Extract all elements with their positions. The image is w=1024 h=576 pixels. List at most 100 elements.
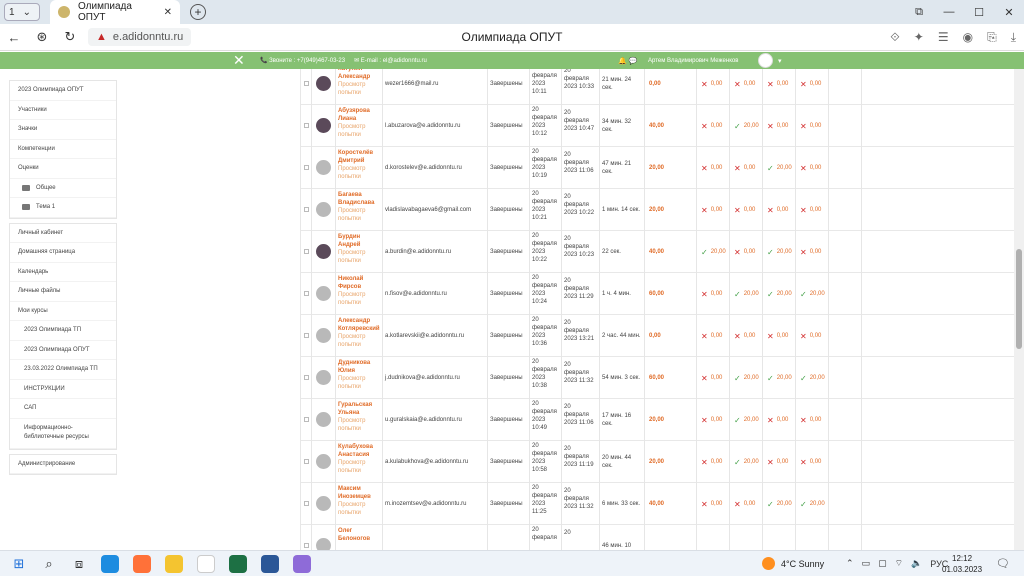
student-name-link[interactable]: Гуральская Ульяна: [338, 401, 380, 417]
review-attempt-link[interactable]: Просмотр попытки: [338, 123, 380, 139]
question-grade-cell[interactable]: ✕ 0,00: [796, 441, 829, 483]
word-icon[interactable]: [261, 554, 279, 573]
avatar[interactable]: [316, 538, 331, 550]
yandex-browser-icon[interactable]: [197, 554, 215, 573]
active-tab[interactable]: Олимпиада ОПУТ ✕: [50, 0, 180, 24]
app-icon[interactable]: [293, 554, 311, 573]
file-explorer-icon[interactable]: [165, 554, 183, 573]
question-grade-cell[interactable]: ✓ 20,00: [697, 231, 730, 273]
student-name-link[interactable]: Александр Котляревский: [338, 317, 380, 333]
question-grade-cell[interactable]: ✓ 20,00: [796, 483, 829, 525]
network-icon[interactable]: ⌔: [895, 558, 903, 569]
question-grade-cell[interactable]: ✓ 20,00: [763, 273, 796, 315]
avatar[interactable]: [316, 286, 331, 301]
review-attempt-link[interactable]: Просмотр попытки: [338, 249, 380, 265]
question-grade-cell[interactable]: ✕ 0,00: [730, 147, 763, 189]
avatar[interactable]: [316, 118, 331, 133]
search-icon[interactable]: ⌕: [34, 556, 64, 572]
clock[interactable]: 12:12 01.03.2023: [942, 553, 982, 575]
firefox-icon[interactable]: [133, 554, 151, 573]
battery-icon[interactable]: ▭: [862, 558, 871, 569]
row-checkbox[interactable]: [304, 81, 309, 86]
question-grade-cell[interactable]: ✓ 20,00: [730, 399, 763, 441]
question-grade-cell[interactable]: ✓ 20,00: [730, 273, 763, 315]
question-grade-cell[interactable]: ✓ 20,00: [730, 105, 763, 147]
menu-icon[interactable]: ☰: [938, 30, 949, 45]
question-grade-cell[interactable]: ✕ 0,00: [796, 189, 829, 231]
avatar[interactable]: [316, 202, 331, 217]
display-icon[interactable]: ▢: [878, 558, 887, 569]
close-tab-icon[interactable]: ✕: [164, 7, 172, 18]
row-checkbox[interactable]: [304, 459, 309, 464]
review-attempt-link[interactable]: Просмотр попытки: [338, 375, 380, 391]
question-grade-cell[interactable]: ✕ 0,00: [697, 69, 730, 105]
question-grade-cell[interactable]: ✕ 0,00: [763, 399, 796, 441]
volume-icon[interactable]: 🔈: [911, 558, 922, 569]
row-checkbox[interactable]: [304, 123, 309, 128]
question-grade-cell[interactable]: ✕ 0,00: [697, 147, 730, 189]
maximize-button[interactable]: ☐: [964, 6, 994, 19]
nav-course-oput-2023[interactable]: 2023 Олимпиада ОПУТ: [10, 341, 116, 360]
task-view-icon[interactable]: ⧈: [64, 556, 94, 572]
nav-course[interactable]: 2023 Олимпиада ОПУТ: [10, 81, 116, 101]
review-attempt-link[interactable]: Просмотр попытки: [338, 501, 380, 517]
nav-badges[interactable]: Значки: [10, 120, 116, 140]
new-tab-button[interactable]: +: [190, 4, 206, 20]
review-attempt-link[interactable]: Просмотр попытки: [338, 165, 380, 181]
question-grade-cell[interactable]: ✕ 0,00: [796, 399, 829, 441]
nav-instructions[interactable]: ИНСТРУКЦИИ: [10, 380, 116, 399]
student-name-link[interactable]: Абузярова Лиана: [338, 107, 380, 123]
row-checkbox[interactable]: [304, 417, 309, 422]
question-grade-cell[interactable]: ✕ 0,00: [763, 441, 796, 483]
student-name-link[interactable]: Багаева Владислава: [338, 191, 380, 207]
question-grade-cell[interactable]: ✕ 0,00: [697, 399, 730, 441]
question-grade-cell[interactable]: ✕ 0,00: [796, 231, 829, 273]
nav-dashboard[interactable]: Личный кабинет: [10, 224, 116, 243]
row-checkbox[interactable]: [304, 249, 309, 254]
collections-icon[interactable]: ⧉: [904, 6, 934, 19]
notifications-icon[interactable]: 🗨: [996, 557, 1010, 570]
nav-library[interactable]: Информационно-библиотечные ресурсы: [10, 419, 116, 449]
avatar[interactable]: [316, 76, 331, 91]
bookmark-icon[interactable]: ✦: [914, 30, 924, 45]
question-grade-cell[interactable]: ✕ 0,00: [763, 105, 796, 147]
nav-sap[interactable]: САП: [10, 399, 116, 419]
nav-grades[interactable]: Оценки: [10, 159, 116, 179]
question-grade-cell[interactable]: ✕ 0,00: [796, 315, 829, 357]
avatar[interactable]: [316, 412, 331, 427]
question-grade-cell[interactable]: ✕ 0,00: [697, 273, 730, 315]
back-icon[interactable]: ←: [0, 30, 28, 45]
row-checkbox[interactable]: [304, 543, 309, 548]
tab-counter-button[interactable]: 1 ⌄: [4, 3, 40, 21]
row-checkbox[interactable]: [304, 291, 309, 296]
question-grade-cell[interactable]: ✕ 0,00: [697, 441, 730, 483]
nav-private-files[interactable]: Личные файлы: [10, 282, 116, 302]
review-attempt-link[interactable]: Просмотр попытки: [338, 333, 380, 349]
review-attempt-link[interactable]: Просмотр попытки: [338, 417, 380, 433]
student-name-link[interactable]: Николай Фирсов: [338, 275, 380, 291]
protect-icon[interactable]: ⊛: [28, 29, 56, 45]
student-name-link[interactable]: Катунин Александр: [338, 69, 380, 81]
nav-calendar[interactable]: Календарь: [10, 263, 116, 282]
minimize-button[interactable]: —: [934, 6, 964, 18]
nav-participants[interactable]: Участники: [10, 101, 116, 120]
review-attempt-link[interactable]: Просмотр попытки: [338, 291, 380, 307]
close-window-button[interactable]: ✕: [994, 6, 1024, 19]
student-name-link[interactable]: Коростелёв Дмитрий: [338, 149, 380, 165]
avatar[interactable]: [316, 244, 331, 259]
student-name-link[interactable]: Максим Иноземцев: [338, 485, 380, 501]
question-grade-cell[interactable]: ✕ 0,00: [796, 69, 829, 105]
avatar[interactable]: [316, 454, 331, 469]
question-grade-cell[interactable]: ✓ 20,00: [763, 147, 796, 189]
question-grade-cell[interactable]: ✕ 0,00: [763, 189, 796, 231]
student-name-link[interactable]: Кулабухова Анастасия: [338, 443, 380, 459]
student-name-link[interactable]: Дудникова Юлия: [338, 359, 380, 375]
nav-my-courses[interactable]: Мои курсы: [10, 302, 116, 321]
scrollbar-thumb[interactable]: [1016, 249, 1022, 349]
avatar[interactable]: [316, 328, 331, 343]
windows-start-icon[interactable]: ⊞: [4, 556, 34, 572]
student-name-link[interactable]: Бурдин Андрей: [338, 233, 380, 249]
question-grade-cell[interactable]: ✕ 0,00: [697, 357, 730, 399]
url-field[interactable]: ▲ e.adidonntu.ru: [88, 28, 192, 46]
excel-icon[interactable]: [229, 554, 247, 573]
